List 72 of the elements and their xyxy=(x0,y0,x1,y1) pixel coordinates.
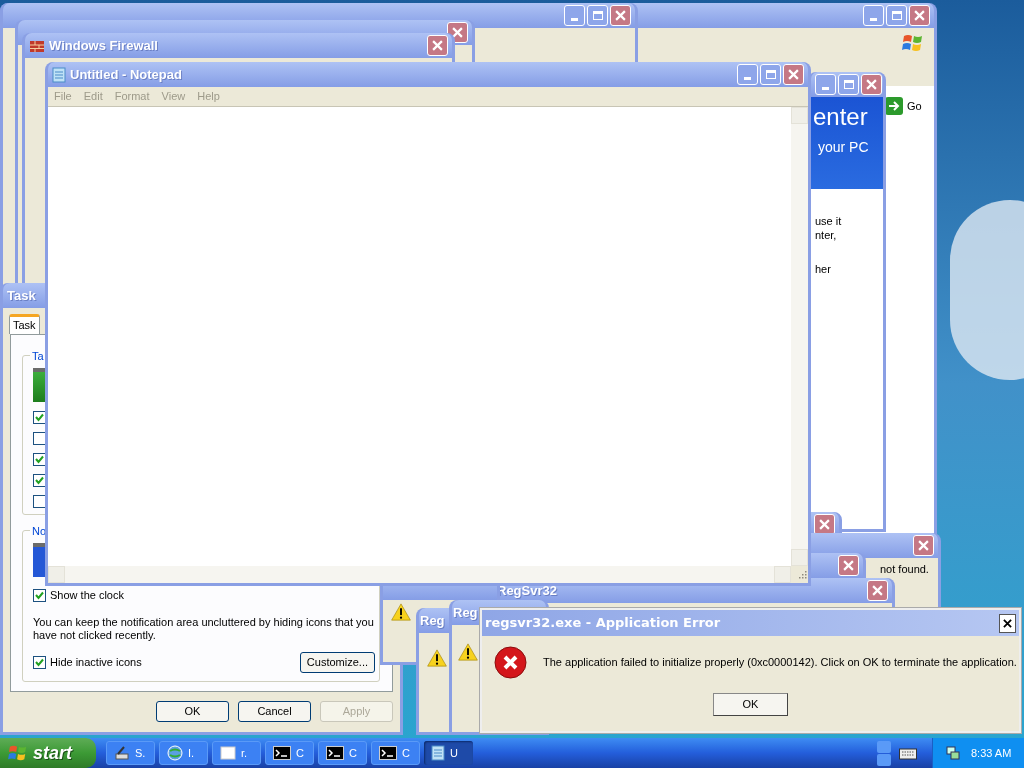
close-button[interactable] xyxy=(999,613,1016,633)
window-title: Reg xyxy=(420,611,445,630)
tab[interactable]: Task xyxy=(9,314,40,334)
windows-logo-icon xyxy=(902,33,924,53)
taskbar-button[interactable]: C xyxy=(318,741,367,765)
taskbar-button[interactable]: U xyxy=(424,741,473,765)
clock: 8:33 AM xyxy=(971,745,1012,761)
console-icon xyxy=(273,746,291,760)
window-title: RegSvr32 xyxy=(497,581,557,601)
close-icon xyxy=(843,560,854,571)
taskbar-button[interactable]: C xyxy=(371,741,420,765)
minimize-button[interactable] xyxy=(863,5,884,26)
network-icon[interactable] xyxy=(945,745,961,761)
menu-item[interactable]: Help xyxy=(197,88,220,105)
window-icon xyxy=(220,746,236,760)
dialog-button[interactable]: OK xyxy=(156,701,229,722)
dialog-button[interactable]: Cancel xyxy=(238,701,311,722)
close-icon xyxy=(1003,618,1012,628)
close-icon xyxy=(615,10,626,21)
banner-subheading: your PC xyxy=(818,138,869,157)
windows-logo-icon xyxy=(8,744,28,762)
taskbar-button[interactable]: C xyxy=(265,741,314,765)
close-icon xyxy=(914,10,925,21)
minimize-button[interactable] xyxy=(564,5,585,26)
close-icon xyxy=(866,79,877,90)
taskbar-button[interactable]: S. xyxy=(106,741,155,765)
checkbox-label: Show the clock xyxy=(50,588,124,603)
window-title: regsvr32.exe - Application Error xyxy=(485,614,721,633)
error-message: The application failed to initialize properly (0xc0000142). Click on OK to terminate the application. xyxy=(543,655,1017,671)
maximize-button[interactable] xyxy=(587,5,608,26)
banner-heading: enter xyxy=(813,105,868,129)
menu-item[interactable]: File xyxy=(54,88,72,105)
minimize-button[interactable] xyxy=(737,64,758,85)
notepad-icon xyxy=(52,66,66,83)
menu-item[interactable]: Format xyxy=(114,88,150,105)
globe-icon xyxy=(167,745,183,761)
menu-item[interactable]: View xyxy=(161,88,186,105)
console-icon xyxy=(379,746,397,760)
message-text: not found. xyxy=(880,562,929,577)
body-text: nter, xyxy=(815,228,838,242)
close-icon xyxy=(819,519,830,530)
close-icon xyxy=(872,585,883,596)
window-title: Untitled - Notepad xyxy=(70,65,182,84)
body-text: her xyxy=(815,262,832,276)
error-icon xyxy=(494,646,527,679)
window-title: Reg xyxy=(453,603,478,622)
warning-icon xyxy=(458,643,478,661)
close-icon xyxy=(918,540,929,551)
menu-item[interactable]: Edit xyxy=(83,88,103,105)
warning-icon xyxy=(391,603,411,621)
start-button[interactable]: start xyxy=(0,738,96,768)
minimize-button[interactable] xyxy=(815,74,836,95)
close-icon xyxy=(452,27,463,38)
go-button[interactable]: Go xyxy=(885,96,922,116)
close-icon xyxy=(788,69,799,80)
maximize-button[interactable] xyxy=(838,74,859,95)
tool-icon xyxy=(114,745,130,761)
window-title: Windows Firewall xyxy=(49,36,158,55)
keyboard-icon[interactable] xyxy=(899,746,917,760)
ok-button[interactable]: OK xyxy=(713,693,788,716)
checkbox-label: Hide inactive icons xyxy=(50,654,142,670)
close-icon xyxy=(432,40,443,51)
taskbar-button[interactable]: I. xyxy=(159,741,208,765)
taskbar-button[interactable]: r. xyxy=(212,741,261,765)
window-title: Task xyxy=(7,286,36,305)
notepad-icon xyxy=(431,745,445,761)
maximize-button[interactable] xyxy=(886,5,907,26)
maximize-button[interactable] xyxy=(760,64,781,85)
description-text: You can keep the notification area uncluttered by hiding icons that you have not clicked recently. xyxy=(33,615,375,642)
console-icon xyxy=(326,746,344,760)
warning-icon xyxy=(427,649,447,667)
body-text: use it xyxy=(815,214,842,228)
